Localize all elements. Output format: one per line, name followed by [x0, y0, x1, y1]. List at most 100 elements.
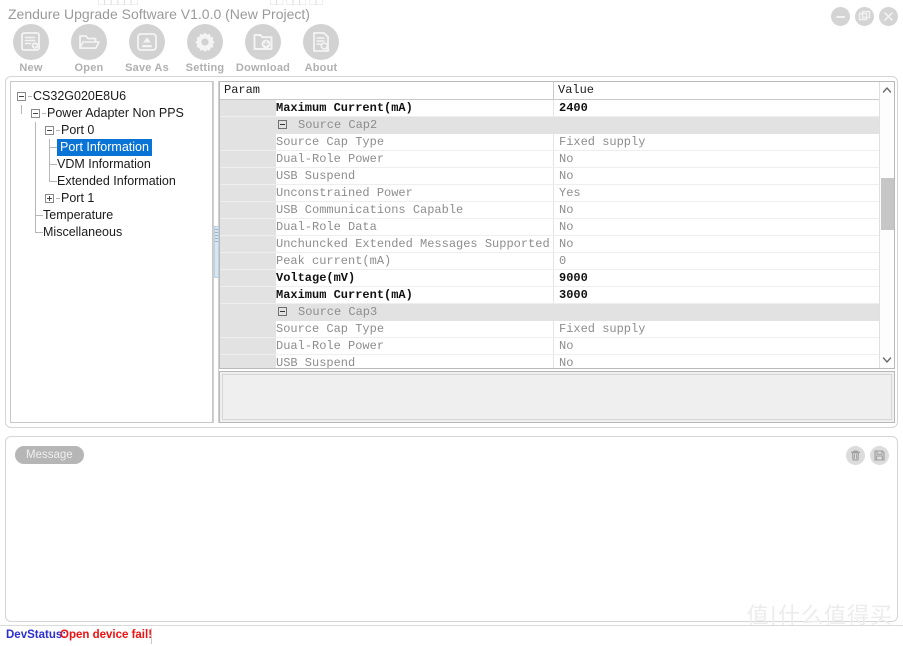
table-row[interactable]: Source Cap Type Fixed supply — [220, 321, 894, 338]
tree-node[interactable]: Temperature — [11, 207, 212, 224]
row-gutter — [220, 304, 276, 320]
device-tree-nodes: CS32G020E8U6 Power Adapter Non PPS Port 0 P… — [11, 82, 212, 241]
tree-node-label: Extended Information — [57, 174, 176, 188]
save-messages-button[interactable] — [870, 446, 889, 465]
column-header-value[interactable]: Value — [554, 82, 894, 99]
cell-value[interactable] — [555, 117, 894, 133]
row-gutter — [220, 219, 276, 235]
cell-value[interactable]: 3000 — [555, 287, 894, 303]
tree-node[interactable]: Port Information — [11, 139, 212, 156]
clear-messages-button[interactable] — [846, 446, 865, 465]
toolbar: New Open Save As Setting Download About — [0, 24, 903, 74]
table-row[interactable]: Unchuncked Extended Messages Supported No — [220, 236, 894, 253]
device-tree[interactable]: CS32G020E8U6 Power Adapter Non PPS Port 0 P… — [10, 81, 213, 423]
toolbar-button-save-as[interactable]: Save As — [118, 24, 176, 74]
tree-node[interactable]: Port 0 — [11, 122, 212, 139]
toolbar-label-download: Download — [235, 62, 291, 74]
row-gutter — [220, 100, 276, 116]
tab-message[interactable]: Message — [15, 446, 84, 464]
toolbar-button-new[interactable]: New — [2, 24, 60, 74]
tree-node[interactable]: Power Adapter Non PPS — [11, 105, 212, 122]
cell-param: Unconstrained Power — [276, 185, 554, 201]
cell-value[interactable]: Fixed supply — [555, 134, 894, 150]
cell-param: USB Suspend — [276, 168, 554, 184]
tree-connector — [56, 198, 60, 199]
status-badge: Open device fail! — [60, 629, 153, 641]
cell-param: Maximum Current(mA) — [276, 100, 554, 116]
tree-node-label: CS32G020E8U6 — [33, 89, 127, 103]
chevron-down-icon[interactable] — [880, 352, 894, 368]
cell-param: Source Cap Type — [276, 321, 554, 337]
tree-collapse-icon[interactable] — [31, 109, 40, 118]
param-grid[interactable]: Param Value Maximum Current(mA) 2400 Sourc… — [219, 81, 895, 369]
cell-value[interactable]: Yes — [555, 185, 894, 201]
row-gutter — [220, 338, 276, 354]
table-row[interactable]: Dual-Role Power No — [220, 151, 894, 168]
tree-node[interactable]: Miscellaneous — [11, 224, 212, 241]
table-row[interactable]: USB Communications Capable No — [220, 202, 894, 219]
tree-connector — [49, 164, 57, 165]
cell-value[interactable]: No — [555, 236, 894, 252]
tree-expand-icon[interactable] — [45, 194, 54, 203]
table-row[interactable]: Unconstrained Power Yes — [220, 185, 894, 202]
table-row[interactable]: Maximum Current(mA) 2400 — [220, 100, 894, 117]
chevron-up-icon[interactable] — [880, 82, 894, 98]
tree-node[interactable]: Extended Information — [11, 173, 212, 190]
cell-value[interactable]: No — [555, 355, 894, 368]
tree-node-label: Power Adapter Non PPS — [47, 106, 184, 120]
cell-value[interactable]: 2400 — [555, 100, 894, 116]
param-grid-header: Param Value — [220, 82, 894, 100]
message-log[interactable] — [10, 469, 893, 617]
toolbar-label-open: Open — [74, 62, 104, 74]
tree-connector — [49, 181, 57, 182]
table-row[interactable]: Maximum Current(mA) 3000 — [220, 287, 894, 304]
toolbar-button-about[interactable]: About — [292, 24, 350, 74]
row-gutter — [220, 253, 276, 269]
cell-param: Source Cap Type — [276, 134, 554, 150]
table-row[interactable]: USB Suspend No — [220, 355, 894, 368]
table-row[interactable]: Source Cap2 — [220, 117, 894, 134]
cell-value[interactable]: 0 — [555, 253, 894, 269]
cell-param: Unchuncked Extended Messages Supported — [276, 236, 554, 252]
tree-connector — [35, 139, 36, 156]
cell-value[interactable]: No — [555, 151, 894, 167]
cell-param: Dual-Role Power — [276, 338, 554, 354]
table-row[interactable]: Source Cap3 — [220, 304, 894, 321]
cell-value[interactable] — [555, 304, 894, 320]
tree-node[interactable]: VDM Information — [11, 156, 212, 173]
row-gutter — [220, 151, 276, 167]
tree-node[interactable]: Port 1 — [11, 190, 212, 207]
new-file-icon — [13, 24, 49, 60]
tree-collapse-icon[interactable] — [45, 126, 54, 135]
cell-value[interactable]: No — [555, 219, 894, 235]
tree-connector — [42, 113, 46, 114]
tree-connector — [35, 190, 36, 207]
table-row[interactable]: Dual-Role Power No — [220, 338, 894, 355]
status-divider — [151, 628, 152, 644]
message-panel: Message — [5, 436, 898, 622]
table-row[interactable]: Source Cap Type Fixed supply — [220, 134, 894, 151]
column-header-param[interactable]: Param — [220, 82, 554, 99]
scrollbar-thumb[interactable] — [881, 178, 894, 230]
cell-value[interactable]: Fixed supply — [555, 321, 894, 337]
cell-param: Source Cap2 — [298, 118, 378, 132]
app-title: Zendure Upgrade Software V1.0.0 (New Pro… — [8, 6, 310, 22]
toolbar-button-open[interactable]: Open — [60, 24, 118, 74]
toolbar-label-setting: Setting — [185, 62, 225, 74]
toolbar-button-download[interactable]: Download — [234, 24, 292, 74]
row-gutter — [220, 287, 276, 303]
cell-value[interactable]: No — [555, 168, 894, 184]
cell-value[interactable]: No — [555, 202, 894, 218]
table-row[interactable]: Dual-Role Data No — [220, 219, 894, 236]
tree-collapse-icon[interactable] — [17, 92, 26, 101]
tree-node[interactable]: CS32G020E8U6 — [11, 88, 212, 105]
cell-param: Dual-Role Power — [276, 151, 554, 167]
toolbar-button-setting[interactable]: Setting — [176, 24, 234, 74]
cell-value[interactable]: 9000 — [555, 270, 894, 286]
cell-value[interactable]: No — [555, 338, 894, 354]
cell-param: Peak current(mA) — [276, 253, 554, 269]
table-row[interactable]: Peak current(mA) 0 — [220, 253, 894, 270]
table-row[interactable]: Voltage(mV) 9000 — [220, 270, 894, 287]
param-grid-scrollbar[interactable] — [879, 82, 894, 368]
table-row[interactable]: USB Suspend No — [220, 168, 894, 185]
